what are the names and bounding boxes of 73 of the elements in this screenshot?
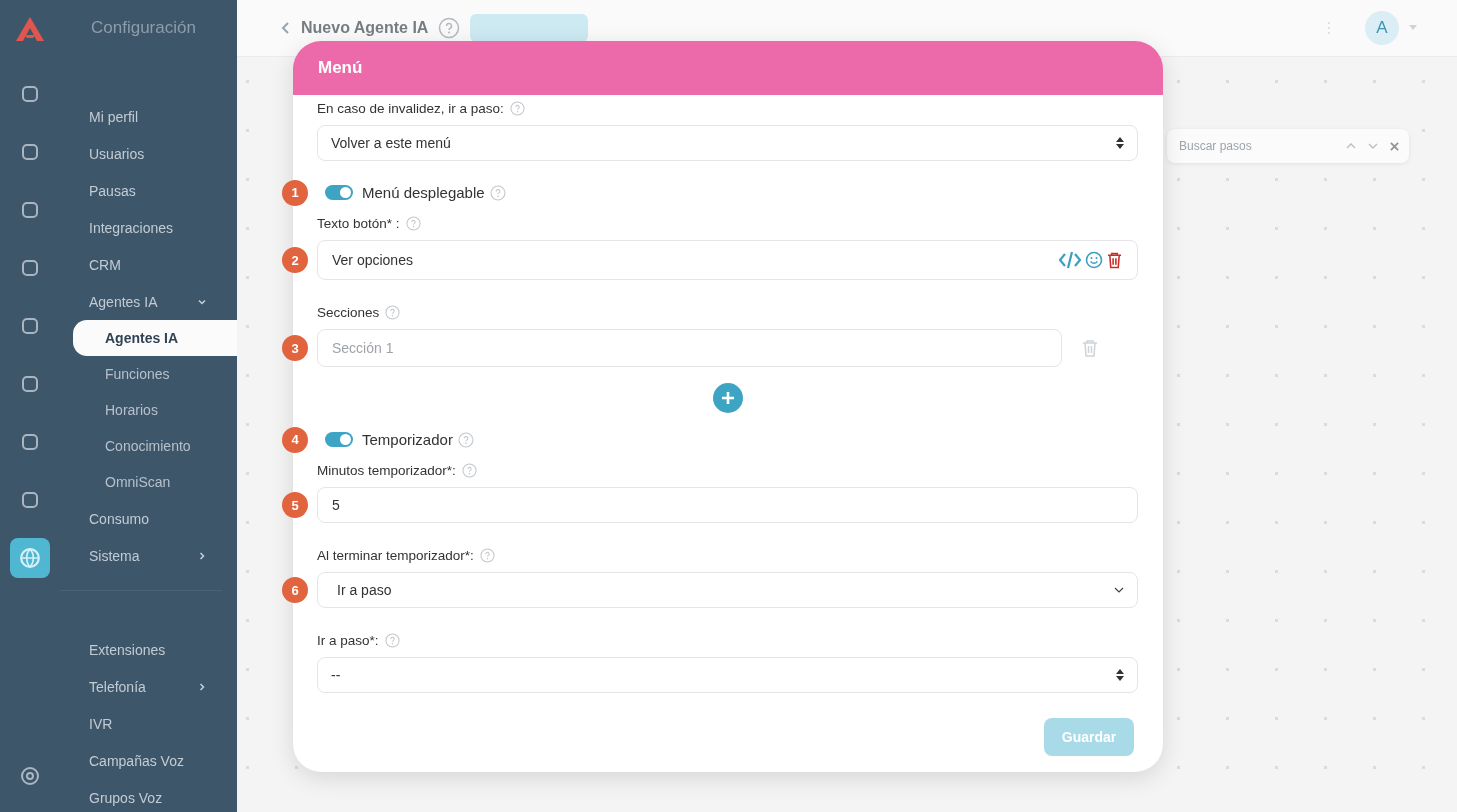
chevron-up-icon[interactable] [1346,143,1356,149]
menu-item[interactable]: Extensiones [60,631,237,668]
user-avatar[interactable]: A [1365,11,1399,45]
help-icon[interactable] [438,17,461,39]
toggle-label: Temporizador [362,431,453,448]
select-field[interactable]: Volver a este menú [317,125,1138,161]
toggle-label: Menú desplegable [362,184,485,201]
menu-item[interactable]: Pausas [60,172,237,209]
emoji-icon[interactable] [1085,251,1103,269]
step-search-field[interactable]: Buscar pasos [1177,138,1346,154]
menu-item[interactable]: Usuarios [60,135,237,172]
chevron-down-icon [1114,587,1124,593]
menu-item[interactable]: Mi perfil [60,98,237,135]
field-label: Al terminar temporizador*: [317,548,474,563]
menu-item[interactable]: CRM [60,246,237,283]
step-search-box[interactable]: Buscar pasos [1167,129,1409,163]
sort-icon [1116,137,1124,149]
field-label: En caso de invalidez, ir a paso: [317,101,504,116]
field-label: Minutos temporizador*: [317,463,456,478]
submenu-item[interactable]: Funciones [60,356,237,392]
toggle-switch[interactable] [325,185,353,200]
help-icon[interactable] [457,431,474,448]
close-icon[interactable] [1390,141,1399,151]
step-badge: 1 [282,179,308,206]
back-icon[interactable] [281,21,291,35]
help-icon[interactable] [384,633,400,648]
select-field[interactable]: Ir a paso [317,572,1138,608]
help-icon[interactable] [479,548,495,563]
toggle-switch[interactable] [325,432,353,447]
text-field[interactable]: 5 [317,487,1138,523]
submenu-item[interactable]: Conocimiento [60,428,237,464]
help-icon[interactable] [489,184,506,201]
select-field[interactable]: -- [317,657,1138,693]
section-field[interactable]: Sección 1 [317,329,1062,367]
page-title: Nuevo Agente IA [301,19,429,37]
menu-item[interactable]: IVR [60,705,237,742]
step-badge: 5 [282,492,308,518]
field-label: Secciones [317,305,380,320]
field-label: Ir a paso*: [317,633,379,648]
menu-item[interactable]: Campañas Voz [60,742,237,779]
menu-item[interactable]: Agentes IA [60,283,237,320]
draft-button[interactable] [470,14,589,42]
submenu-item[interactable]: Agentes IA [73,320,237,356]
code-icon[interactable] [1059,251,1081,269]
menu-item[interactable]: Grupos Voz [60,779,237,812]
add-button[interactable] [712,383,743,413]
help-icon[interactable] [461,463,477,478]
chevron-right-icon[interactable] [197,550,207,561]
support-icon[interactable] [20,766,40,786]
submenu-item[interactable]: OmniScan [60,464,237,500]
text-field[interactable]: Ver opciones [317,240,1138,280]
chevron-down-icon[interactable] [1368,143,1378,149]
help-icon[interactable] [405,216,421,231]
chevron-right-icon[interactable] [197,681,207,692]
caret-icon[interactable] [1409,25,1417,31]
submenu-item[interactable]: Horarios [60,392,237,428]
help-icon[interactable] [509,101,525,116]
menu-item[interactable]: Integraciones [60,209,237,246]
menu-item[interactable]: Telefonía [60,668,237,705]
globe-button[interactable] [10,538,50,578]
sort-icon [1116,669,1124,681]
step-badge: 6 [282,577,308,603]
dialog-title: Menú [318,58,363,78]
logo-icon [15,16,45,42]
menu-title: Configuración [90,18,197,38]
help-icon[interactable] [385,305,401,320]
step-badge: 4 [282,426,308,453]
step-badge: 2 [282,247,308,273]
step-badge: 3 [282,335,308,361]
menu-item[interactable]: Consumo [60,500,237,537]
trash-icon[interactable] [1107,251,1122,269]
field-label: Texto botón* : [317,216,400,231]
menu-item[interactable]: Sistema [60,537,237,574]
